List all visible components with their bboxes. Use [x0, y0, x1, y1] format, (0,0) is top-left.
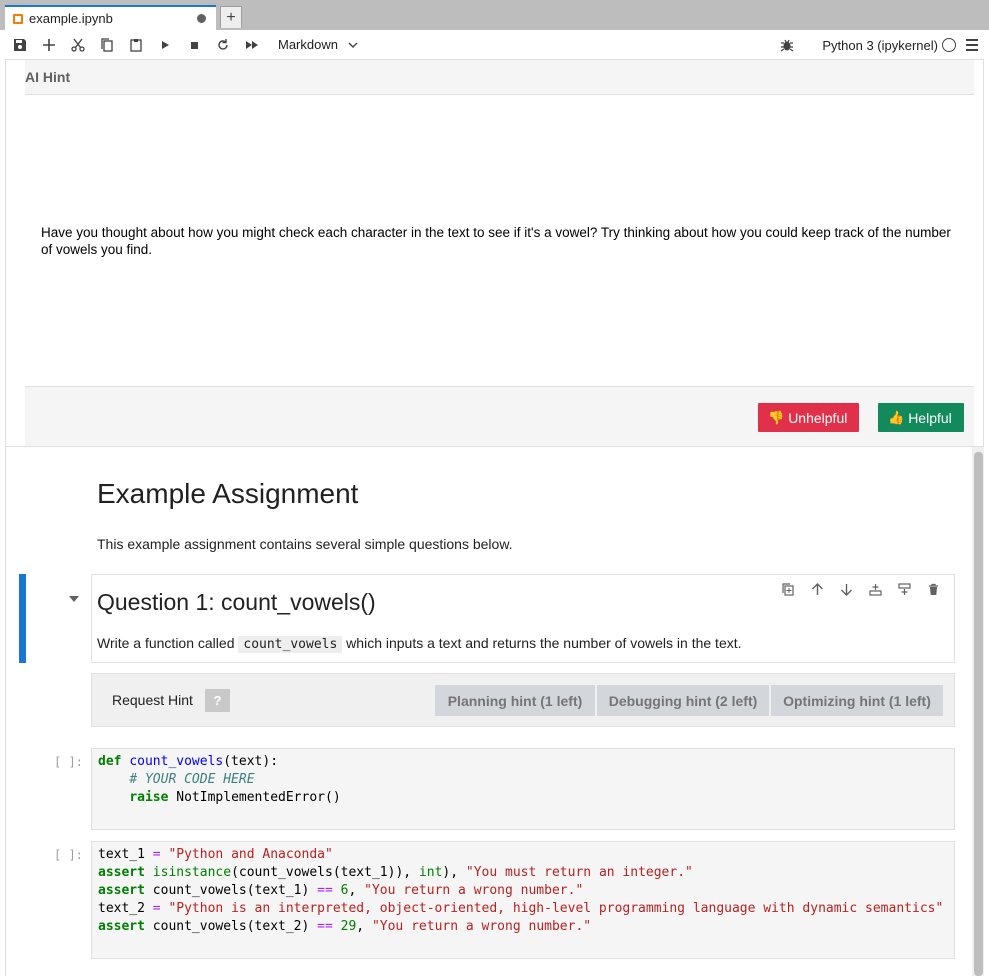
cut-button[interactable] — [63, 30, 92, 60]
tab-bar: example.ipynb + — [0, 0, 989, 30]
notebook-toolbar: Markdown Python 3 (ipykernel) — [5, 30, 984, 60]
duplicate-icon — [782, 582, 794, 596]
tab-title: example.ipynb — [29, 11, 113, 26]
insert-below-icon — [898, 582, 911, 595]
request-hint-label: Request Hint — [112, 692, 193, 708]
trash-icon — [929, 583, 938, 595]
restart-button[interactable] — [208, 30, 237, 60]
collapse-caret-icon[interactable] — [69, 596, 79, 602]
unsaved-dot-icon[interactable] — [197, 14, 206, 23]
insert-above-icon — [869, 583, 882, 596]
cell-type-value: Markdown — [278, 37, 338, 52]
notebook-tab[interactable]: example.ipynb — [5, 5, 216, 30]
stop-icon — [190, 41, 198, 49]
arrow-down-icon — [841, 583, 852, 596]
hint-help-button[interactable]: ? — [205, 689, 230, 712]
kernel-status-icon — [942, 38, 956, 52]
ai-hint-feedback-bar: 👎 Unhelpful 👍 Helpful — [25, 386, 974, 447]
inline-code: count_vowels — [238, 636, 343, 653]
code-cell-prompt: [ ]: — [54, 755, 83, 769]
clipboard-icon — [129, 38, 142, 52]
copy-icon — [100, 37, 113, 52]
paste-button[interactable] — [121, 30, 150, 60]
ai-hint-header: AI Hint — [25, 60, 974, 95]
chevron-down-icon — [348, 42, 358, 48]
planning-hint-button[interactable]: Planning hint (1 left) — [435, 685, 595, 716]
insert-above-button[interactable] — [861, 580, 890, 598]
question-title: Question 1: count_vowels() — [97, 589, 376, 615]
kernel-name[interactable]: Python 3 (ipykernel) — [822, 30, 938, 60]
panel-divider — [5, 446, 984, 447]
code-cell-solution[interactable]: def count_vowels(text): # YOUR CODE HERE… — [91, 748, 955, 830]
helpful-label: Helpful — [908, 409, 952, 426]
run-button[interactable] — [150, 30, 179, 60]
scissors-icon — [70, 38, 85, 52]
copy-button[interactable] — [92, 30, 121, 60]
insert-cell-button[interactable] — [34, 30, 63, 60]
insert-below-button[interactable] — [890, 580, 919, 598]
menu-icon[interactable] — [966, 39, 978, 51]
save-button[interactable] — [5, 30, 34, 60]
scrollbar-thumb[interactable] — [974, 452, 983, 976]
ai-hint-panel: AI Hint Have you thought about how you m… — [25, 60, 974, 447]
cell-type-select[interactable]: Markdown — [278, 37, 358, 52]
assignment-intro: This example assignment contains several… — [97, 536, 513, 552]
duplicate-cell-button[interactable] — [774, 580, 803, 598]
notebook-icon — [13, 13, 23, 24]
ai-hint-text: Have you thought about how you might che… — [41, 225, 951, 257]
hint-request-bar: Request Hint ? Planning hint (1 left) De… — [91, 673, 955, 727]
cell-toolbar — [774, 580, 948, 598]
thumbs-up-icon: 👍 — [888, 409, 905, 425]
helpful-button[interactable]: 👍 Helpful — [878, 403, 964, 432]
question-cell[interactable]: Question 1: count_vowels() Write a funct… — [91, 574, 955, 663]
unhelpful-button[interactable]: 👎 Unhelpful — [758, 403, 860, 432]
move-down-button[interactable] — [832, 580, 861, 598]
move-up-button[interactable] — [803, 580, 832, 598]
code-cell-tests[interactable]: text_1 = "Python and Anaconda" assert is… — [91, 841, 955, 959]
active-cell-indicator — [19, 574, 26, 663]
optimizing-hint-button[interactable]: Optimizing hint (1 left) — [771, 685, 943, 716]
plus-icon — [42, 38, 55, 51]
debugger-bug-icon[interactable] — [780, 38, 794, 52]
delete-cell-button[interactable] — [919, 580, 948, 598]
arrow-up-icon — [812, 582, 823, 595]
save-icon — [13, 38, 26, 51]
play-icon — [161, 40, 169, 49]
code-cell-prompt: [ ]: — [54, 848, 83, 862]
unhelpful-label: Unhelpful — [788, 409, 848, 426]
new-tab-button[interactable]: + — [220, 6, 242, 28]
refresh-icon — [217, 38, 228, 50]
interrupt-button[interactable] — [179, 30, 208, 60]
run-all-button[interactable] — [237, 30, 266, 60]
thumbs-down-icon: 👎 — [768, 409, 785, 425]
question-text: Write a function called count_vowels whi… — [97, 635, 742, 653]
debugging-hint-button[interactable]: Debugging hint (2 left) — [597, 685, 769, 716]
fast-forward-icon — [245, 40, 258, 49]
assignment-title: Example Assignment — [97, 478, 359, 509]
